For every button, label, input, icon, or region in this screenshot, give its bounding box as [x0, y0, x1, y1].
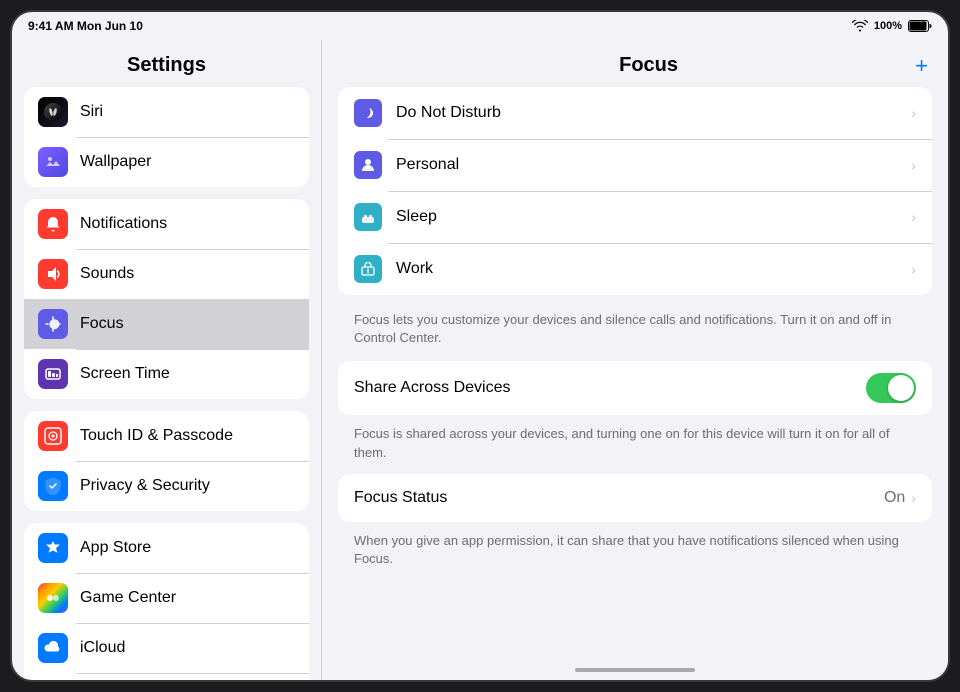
work-icon [354, 255, 382, 283]
focus-description: Focus lets you customize your devices an… [338, 305, 932, 361]
touchid-icon [38, 421, 68, 451]
battery-label: 100% [874, 20, 902, 32]
appstore-label: App Store [80, 539, 151, 557]
sidebar: Settings [12, 40, 322, 680]
dnd-icon [354, 99, 382, 127]
focus-item-work[interactable]: Work › [338, 243, 932, 295]
sidebar-item-gamecenter[interactable]: Game Center [24, 573, 309, 623]
sleep-label: Sleep [396, 208, 911, 226]
work-label: Work [396, 260, 911, 278]
gamecenter-label: Game Center [80, 589, 176, 607]
add-focus-button[interactable]: + [915, 55, 928, 77]
siri-icon [38, 97, 68, 127]
content-title: Focus [382, 54, 915, 77]
home-indicator [322, 660, 948, 680]
personal-chevron: › [911, 157, 916, 173]
sidebar-item-icloud[interactable]: iCloud [24, 623, 309, 673]
sidebar-item-wallet[interactable]: Wallet & Apple Pay [24, 673, 309, 680]
sidebar-group-2: Notifications Sounds [24, 199, 309, 399]
content-header: Focus + [322, 40, 948, 87]
focus-status-label: Focus Status [354, 489, 884, 507]
status-icons: 100% [852, 20, 932, 32]
sleep-chevron: › [911, 209, 916, 225]
main-area: Settings [12, 40, 948, 680]
icloud-label: iCloud [80, 639, 125, 657]
share-across-devices-section: Share Across Devices [338, 361, 932, 415]
content-body: Do Not Disturb › Personal › [322, 87, 948, 660]
sidebar-group-3: Touch ID & Passcode Privacy & Security [24, 411, 309, 511]
sounds-label: Sounds [80, 265, 134, 283]
sounds-icon [38, 259, 68, 289]
sidebar-item-siri[interactable]: Siri [24, 87, 309, 137]
sidebar-item-screentime[interactable]: Screen Time [24, 349, 309, 399]
gamecenter-icon [38, 583, 68, 613]
focus-icon [38, 309, 68, 339]
focus-status-chevron: › [911, 490, 916, 506]
focus-status-row[interactable]: Focus Status On › [338, 474, 932, 522]
appstore-icon [38, 533, 68, 563]
status-time: 9:41 AM Mon Jun 10 [28, 19, 143, 33]
focus-label: Focus [80, 315, 124, 333]
icloud-icon [38, 633, 68, 663]
toggle-knob [888, 375, 914, 401]
personal-icon [354, 151, 382, 179]
personal-label: Personal [396, 156, 911, 174]
focus-item-sleep[interactable]: Sleep › [338, 191, 932, 243]
work-chevron: › [911, 261, 916, 277]
sidebar-title: Settings [12, 40, 321, 87]
sidebar-item-touchid[interactable]: Touch ID & Passcode [24, 411, 309, 461]
touchid-label: Touch ID & Passcode [80, 427, 233, 445]
focus-item-personal[interactable]: Personal › [338, 139, 932, 191]
content-pane: Focus + Do Not Disturb › [322, 40, 948, 680]
focus-item-dnd[interactable]: Do Not Disturb › [338, 87, 932, 139]
sleep-icon [354, 203, 382, 231]
sidebar-group-1: Siri Wallpaper [24, 87, 309, 187]
notifications-icon [38, 209, 68, 239]
dnd-label: Do Not Disturb [396, 104, 911, 122]
wifi-icon [852, 20, 868, 32]
sidebar-group-4: App Store Game Center [24, 523, 309, 680]
dnd-chevron: › [911, 105, 916, 121]
share-description: Focus is shared across your devices, and… [338, 421, 932, 473]
focus-list: Do Not Disturb › Personal › [338, 87, 932, 295]
focus-status-section: Focus Status On › [338, 474, 932, 522]
sidebar-item-sounds[interactable]: Sounds [24, 249, 309, 299]
siri-label: Siri [80, 103, 103, 121]
share-toggle[interactable] [866, 373, 916, 403]
wallpaper-icon [38, 147, 68, 177]
focus-status-description: When you give an app permission, it can … [338, 528, 932, 580]
home-bar [575, 668, 695, 672]
ipad-frame: 9:41 AM Mon Jun 10 100% Settings [10, 10, 950, 682]
status-bar: 9:41 AM Mon Jun 10 100% [12, 12, 948, 40]
screentime-icon [38, 359, 68, 389]
share-label: Share Across Devices [354, 379, 866, 397]
screentime-label: Screen Time [80, 365, 170, 383]
share-across-devices-row: Share Across Devices [338, 361, 932, 415]
sidebar-item-privacy[interactable]: Privacy & Security [24, 461, 309, 511]
sidebar-item-focus[interactable]: Focus [24, 299, 309, 349]
sidebar-item-wallpaper[interactable]: Wallpaper [24, 137, 309, 187]
privacy-icon [38, 471, 68, 501]
wallpaper-label: Wallpaper [80, 153, 151, 171]
privacy-label: Privacy & Security [80, 477, 210, 495]
sidebar-item-notifications[interactable]: Notifications [24, 199, 309, 249]
sidebar-item-appstore[interactable]: App Store [24, 523, 309, 573]
battery-icon [908, 20, 932, 32]
notifications-label: Notifications [80, 215, 167, 233]
focus-status-value: On [884, 489, 905, 507]
